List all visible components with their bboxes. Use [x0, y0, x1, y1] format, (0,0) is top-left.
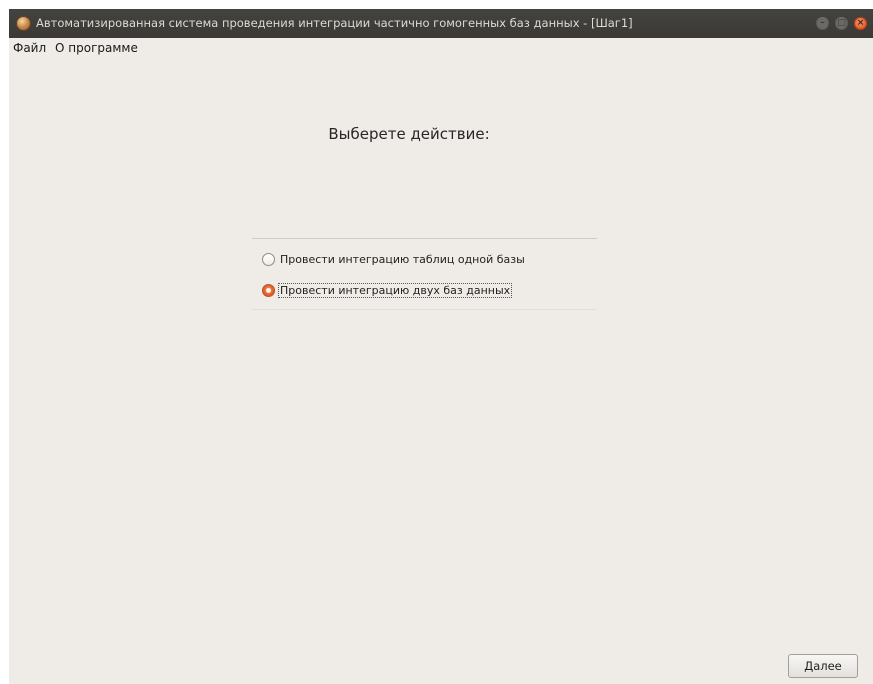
close-icon: ×: [856, 18, 865, 28]
app-logo-icon: [16, 16, 31, 31]
menu-bar: Файл О программе: [9, 38, 873, 58]
menu-item-about[interactable]: О программе: [55, 41, 138, 55]
option-label: Провести интеграцию таблиц одной базы: [280, 253, 525, 266]
maximize-button[interactable]: □: [835, 17, 848, 30]
title-bar[interactable]: Автоматизированная система проведения ин…: [9, 9, 873, 38]
page-heading: Выберете действие:: [9, 125, 809, 143]
option-label: Провести интеграцию двух баз данных: [277, 283, 513, 298]
action-options-group: Провести интеграцию таблиц одной базы Пр…: [252, 238, 597, 310]
minimize-button[interactable]: –: [816, 17, 829, 30]
next-button[interactable]: Далее: [788, 654, 858, 678]
menu-item-file[interactable]: Файл: [13, 41, 46, 55]
radio-button-unchecked[interactable]: [262, 253, 275, 266]
maximize-icon: □: [837, 18, 846, 28]
window-title: Автоматизированная система проведения ин…: [36, 16, 633, 30]
minimize-icon: –: [820, 18, 825, 28]
page-heading-text: Выберете действие:: [328, 125, 490, 143]
app-window: Автоматизированная система проведения ин…: [9, 9, 873, 684]
close-button[interactable]: ×: [854, 17, 867, 30]
radio-button-checked[interactable]: [262, 284, 275, 297]
